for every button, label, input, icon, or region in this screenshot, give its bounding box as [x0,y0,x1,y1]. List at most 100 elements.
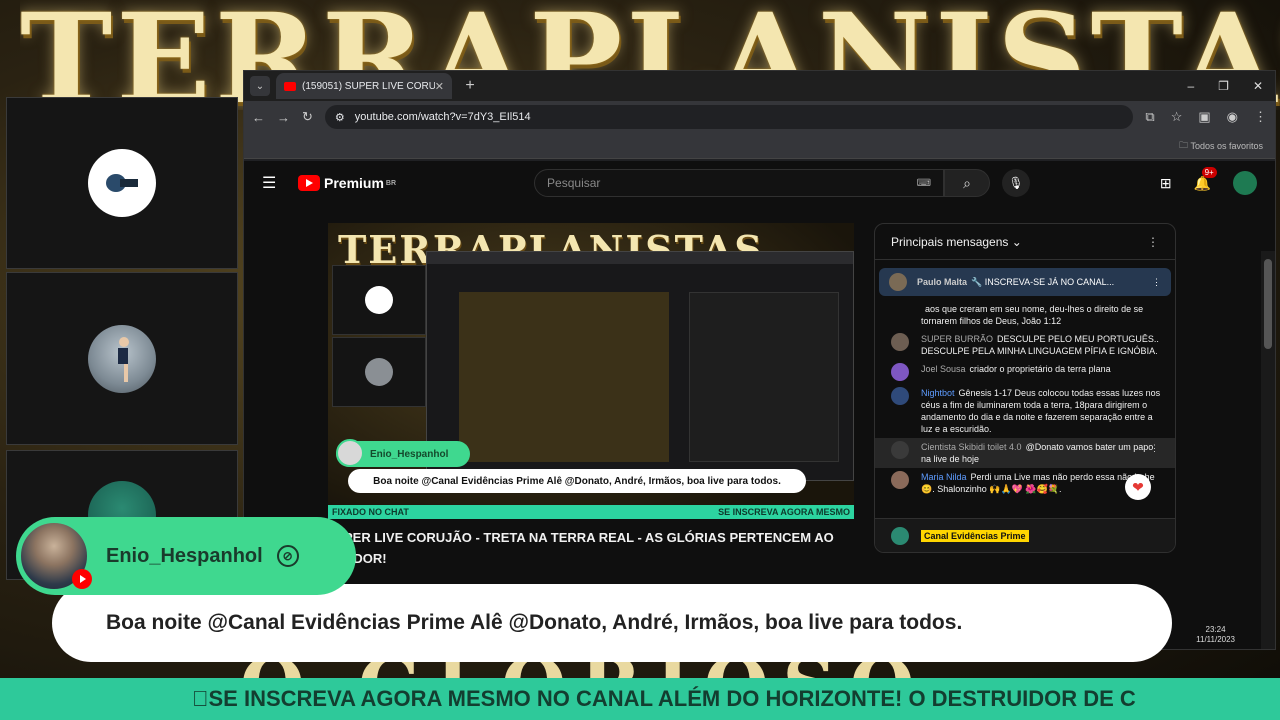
own-channel-avatar [891,526,909,545]
participant-avatar [88,324,156,393]
url-text: youtube.com/watch?v=7dY3_EIl514 [354,111,531,123]
minimize-icon[interactable]: – [1187,79,1194,93]
folder-icon: 🗀 [1178,139,1191,150]
region-code: BR [385,179,397,187]
toolbar-actions: ⧉ ☆ ▣ ◉ ⋮ [1145,109,1267,125]
back-icon[interactable]: ← [252,110,265,125]
notification-badge: 9+ [1201,166,1217,178]
menu-icon[interactable]: ⋮ [1254,109,1267,125]
pinned-more-icon[interactable]: ⋮ [1152,277,1161,288]
header-actions: ⊞ 🔔 9+ [1160,166,1257,195]
hamburger-menu-icon[interactable]: ☰ [262,173,286,193]
tab-youtube[interactable]: (159051) SUPER LIVE CORUJÃO ✕ [276,73,452,99]
chat-header: Principais mensagens ⌄ ⋮ [875,224,1175,260]
chat-author: Maria Nilda [921,472,967,482]
forward-icon[interactable]: → [277,110,290,125]
player-ticker-right: SE INSCREVA AGORA MESMO [718,507,850,517]
cast-icon[interactable]: ⧉ [1145,109,1154,125]
chat-message[interactable]: Joel Sousa criador o proprietário da terr… [875,360,1175,384]
search-input[interactable]: Pesquisar ⌨ [534,169,945,197]
overlay-message-text: Boa noite @Canal Evidências Prime Alê @D… [106,611,963,634]
tab-search-button[interactable]: ⌄ [250,76,270,96]
chat-input-area[interactable]: Canal Evidências Prime [875,518,1175,552]
video-player[interactable]: TERRAPLANISTAS Enio_Hespanhol Boa noite … [328,223,854,519]
message-more-icon[interactable]: ⋮ [1150,442,1159,454]
star-icon[interactable]: ☆ [1171,109,1183,125]
video-title: PER LIVE CORUJÃO - TRETA NA TERRA REAL -… [344,530,834,566]
wrench-icon: 🔧 [971,276,985,287]
close-window-icon[interactable]: ✕ [1253,79,1263,93]
chat-text: aos que creram em seu nome, deu-lhes o d… [921,304,1144,326]
player-message-bubble: Boa noite @Canal Evidências Prime Alê @D… [348,469,806,493]
chat-text: criador o proprietário da terra plana [969,364,1111,374]
youtube-badge-icon [72,569,92,589]
pinned-avatar [889,273,907,291]
search-placeholder: Pesquisar [547,176,601,190]
notifications-bell-icon[interactable]: 🔔 9+ [1194,166,1217,192]
mini-participant-tile [332,265,426,335]
participant-tile-1[interactable] [6,97,238,269]
chat-avatar [891,387,909,405]
youtube-header: ☰ Premium BR Pesquisar ⌨ ⌕ 🎙 ⊞ 🔔 9+ [244,161,1275,205]
logo-text: Premium [324,175,384,191]
player-name-avatar [336,439,364,467]
chat-mode-selector[interactable]: Principais mensagens ⌄ [891,235,1022,249]
close-icon[interactable]: ✕ [435,80,444,93]
reload-icon[interactable]: ↻ [302,109,313,125]
chat-message[interactable]: Cientista Skibidi toilet 4.0 @Donato vamo… [875,438,1175,468]
nested-player [459,292,669,462]
chat-author: Nightbot [921,388,955,398]
chat-message[interactable]: SUPER BURRÃO DESCULPE PELO MEU PORTUGUÊS.… [875,330,1175,360]
heart-reaction-icon[interactable]: ❤ [1125,474,1151,500]
site-info-icon[interactable]: ⚙ [335,111,345,124]
channel-logo-avatar [88,149,156,217]
scrollbar-thumb[interactable] [1264,259,1272,349]
microphone-icon[interactable]: 🎙 [1002,169,1031,197]
pinned-message[interactable]: Paulo Malta 🔧 INSCREVA-SE JÁ NO CANAL...… [879,268,1171,296]
window-controls: – ❐ ✕ [1187,79,1275,93]
new-tab-button[interactable]: + [460,76,480,96]
moderator-badge-icon: ⊘ [276,545,299,567]
profile-icon[interactable]: ◉ [1227,109,1238,125]
chat-message[interactable]: Nightbot Gênesis 1-17 Deus colocou todas … [875,384,1175,438]
pinned-text: INSCREVA-SE JÁ NO CANAL... [984,277,1115,287]
bottom-ticker:  SE INSCREVA AGORA MESMO NO CANAL ALÉM D… [0,678,1280,720]
chat-header-label: Principais mensagens [891,234,1009,249]
chat-author: SUPER BURRÃO [921,334,994,344]
chat-avatar [891,333,909,351]
youtube-play-icon [298,175,320,191]
search-button[interactable]: ⌕ [944,169,991,197]
tab-bar: ⌄ (159051) SUPER LIVE CORUJÃO ✕ + – ❐ ✕ [244,71,1275,101]
ticker-text:  SE INSCREVA AGORA MESMO NO CANAL ALÉM D… [192,686,1136,711]
sidepanel-icon[interactable]: ▣ [1198,109,1210,125]
create-icon[interactable]: ⊞ [1160,175,1172,192]
page-scrollbar[interactable] [1261,251,1275,649]
chat-avatar [891,441,909,459]
mini-avatar [365,358,393,386]
address-bar[interactable]: ⚙ youtube.com/watch?v=7dY3_EIl514 [324,105,1134,129]
youtube-logo[interactable]: Premium BR [298,175,396,191]
youtube-favicon-icon [284,81,296,91]
restore-icon[interactable]: ❐ [1218,79,1229,93]
mini-participant-tile [332,337,426,407]
navigation-bar: ← → ↻ ⚙ youtube.com/watch?v=7dY3_EIl514 … [244,101,1275,133]
all-bookmarks-link[interactable]: Todos os favoritos [1190,141,1263,151]
keyboard-icon[interactable]: ⌨ [917,178,931,189]
pinned-author: Paulo Malta [917,277,968,287]
chat-more-icon[interactable]: ⋮ [1147,235,1159,249]
chat-message[interactable]: aos que creram em seu nome, deu-lhes o d… [875,300,1175,330]
chat-text: Gênesis 1-17 Deus colocou todas essas lu… [921,388,1161,434]
chat-author: Cientista Skibidi toilet 4.0 [921,442,1022,452]
overlay-message-bubble: Boa noite @Canal Evidências Prime Alê @D… [52,584,1172,662]
nested-screen-capture [426,251,854,481]
chat-author: Joel Sousa [921,364,966,374]
browser-window: ⌄ (159051) SUPER LIVE CORUJÃO ✕ + – ❐ ✕ … [243,70,1276,650]
taskbar-clock: 23:24 11/11/2023 [1196,625,1235,645]
live-chat-panel: Principais mensagens ⌄ ⋮ Paulo Malta 🔧 I… [874,223,1176,553]
clock-time: 23:24 [1205,625,1226,634]
chat-avatar [891,363,909,381]
participant-tile-2[interactable] [6,272,238,445]
nested-chat [689,292,839,462]
youtube-page: ☰ Premium BR Pesquisar ⌨ ⌕ 🎙 ⊞ 🔔 9+ TERRA… [244,161,1275,649]
account-avatar[interactable] [1233,171,1257,195]
